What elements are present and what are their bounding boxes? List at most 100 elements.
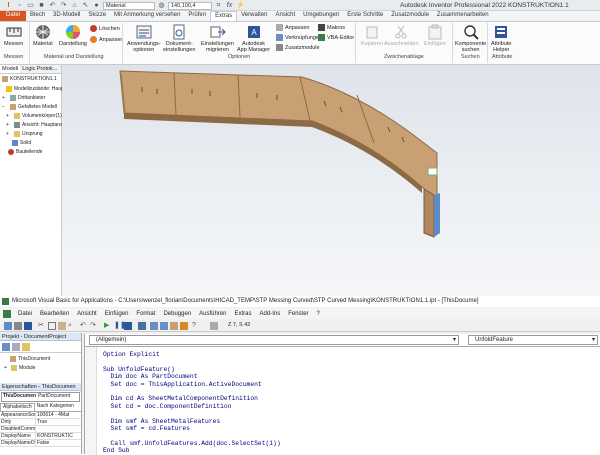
code-line[interactable]: Set doc = ThisApplication.ActiveDocument — [103, 381, 262, 388]
menu-item[interactable]: Datei — [14, 311, 36, 317]
graphics-viewport[interactable] — [62, 65, 600, 296]
menu-item[interactable]: Einfügen — [101, 311, 133, 317]
tree-item[interactable]: Bauteilende — [8, 149, 42, 155]
cut-icon[interactable]: ✂ — [38, 322, 46, 330]
code-line[interactable]: End Sub — [103, 447, 129, 454]
app-manager-button[interactable]: A Autodesk App Manager — [237, 24, 270, 53]
tab-extras[interactable]: Extras — [210, 11, 238, 21]
undo-icon[interactable]: ↶ — [48, 2, 57, 10]
kopieren-button[interactable]: Kopieren — [361, 24, 383, 47]
insert-module-icon[interactable] — [14, 322, 22, 330]
save-icon[interactable]: ■ — [37, 2, 46, 10]
tree-item-thisdocument[interactable]: ThisDocument — [10, 356, 50, 362]
expand-icon[interactable]: + — [6, 131, 12, 137]
curved-sheet-metal-part[interactable] — [62, 65, 600, 296]
property-value[interactable]: False — [36, 440, 49, 446]
menu-item[interactable]: Add-Ins — [256, 311, 285, 317]
open-icon[interactable]: ▭ — [26, 2, 35, 10]
menu-item[interactable]: Fenster — [284, 311, 312, 317]
tab-alphabetisch[interactable]: Alphabetisch — [0, 403, 35, 411]
save-icon[interactable] — [24, 322, 32, 330]
verknuepfungen-button[interactable]: Verknüpfungen — [276, 34, 322, 41]
update-icon[interactable]: ⚡ — [236, 2, 245, 10]
property-row[interactable]: DisplayNameOv False — [0, 440, 81, 447]
design-mode-icon[interactable] — [138, 322, 146, 330]
tab-zusatzmodule[interactable]: Zusatzmodule — [387, 11, 433, 21]
toggle-folders-icon[interactable] — [22, 343, 30, 351]
code-line[interactable]: Sub UnfoldFeature() — [103, 366, 175, 373]
anwendungsoptionen-button[interactable]: Anwendungs- optionen — [127, 24, 161, 53]
tab-erste-schritte[interactable]: Erste Schritte — [343, 11, 387, 21]
tree-item[interactable]: Solid — [12, 140, 31, 146]
project-explorer-icon[interactable] — [150, 322, 158, 330]
tree-item-module[interactable]: + Module — [4, 365, 35, 371]
vba-menu-icon[interactable] — [3, 309, 11, 318]
redo-icon[interactable]: ↷ — [90, 322, 98, 330]
expand-icon[interactable]: + — [2, 95, 8, 101]
code-line[interactable]: Set cd = doc.ComponentDefinition — [103, 403, 232, 410]
panel-label-material[interactable]: Material und Darstellung — [44, 54, 104, 60]
measure-icon[interactable]: ⌗ — [214, 2, 223, 10]
panel-label-optionen[interactable]: Optionen — [228, 54, 250, 60]
undo-icon[interactable]: ↶ — [80, 322, 88, 330]
tab-umgebungen[interactable]: Umgebungen — [299, 11, 343, 21]
toolbox-icon[interactable] — [180, 322, 188, 330]
view-code-icon[interactable] — [2, 343, 10, 351]
tree-item[interactable]: + Ansicht: Hauptansicht — [6, 122, 70, 128]
fx-icon[interactable]: fx — [225, 2, 234, 10]
expand-icon[interactable]: + — [6, 113, 12, 119]
code-line[interactable]: Set smf = cd.Features — [103, 425, 190, 432]
home-icon[interactable]: ⌂ — [70, 2, 79, 10]
tab-datei[interactable]: Datei — [0, 11, 27, 21]
property-value[interactable]: True — [36, 419, 47, 425]
loeschen-button[interactable]: Löschen — [90, 25, 120, 32]
property-row[interactable]: DisplayName KONSTRUKTIC — [0, 433, 81, 440]
tree-item[interactable]: + Drittanbieter — [2, 95, 45, 101]
anpassen-button[interactable]: Anpassen — [90, 36, 123, 43]
messen-button[interactable]: Messen — [4, 24, 23, 47]
tab-skizze[interactable]: Skizze — [84, 11, 110, 21]
tab-logic[interactable]: Logic Protok... — [20, 65, 59, 73]
expand-icon[interactable]: + — [4, 365, 9, 371]
tab-kategorien[interactable]: Nach Kategorien — [35, 403, 76, 411]
reset-icon[interactable] — [124, 322, 132, 330]
dokumenteinstellungen-button[interactable]: Dokument- einstellungen — [163, 24, 195, 53]
material-button[interactable]: Material — [33, 24, 53, 47]
view-inventor-icon[interactable] — [4, 322, 12, 330]
vba-editor-button[interactable]: VBA-Editor — [318, 34, 354, 41]
object-combo[interactable]: (Allgemein) ▾ — [89, 335, 459, 345]
find-icon[interactable]: ⌕ — [68, 322, 76, 330]
code-line[interactable]: Option Explicit — [103, 351, 160, 358]
einfuegen-button[interactable]: Einfügen — [424, 24, 446, 47]
help-icon[interactable]: ? — [192, 322, 200, 330]
margin-indicator-bar[interactable] — [85, 347, 97, 455]
run-icon[interactable]: ▶ — [104, 322, 112, 330]
coordinate-field[interactable]: 140,100,4 — [168, 1, 212, 10]
property-value[interactable]: KONSTRUKTIC — [36, 433, 73, 439]
menu-item[interactable]: Ansicht — [73, 311, 101, 317]
code-line[interactable]: Dim doc As PartDocument — [103, 373, 198, 380]
redo-icon[interactable]: ↷ — [59, 2, 68, 10]
object-browser-icon[interactable] — [170, 322, 178, 330]
material-dropdown[interactable]: Material — [103, 1, 155, 10]
color-icon[interactable]: ◍ — [157, 2, 166, 10]
properties-icon[interactable] — [160, 322, 168, 330]
darstellung-button[interactable]: Darstellung — [59, 24, 87, 47]
menu-item[interactable]: Ausführen — [195, 311, 230, 317]
property-value[interactable]: 100614 - 4Mat — [36, 412, 69, 418]
property-row[interactable]: DisabledComman — [0, 426, 81, 433]
attribute-helper-button[interactable]: Attribute Helper — [491, 24, 511, 53]
tab-mit-anmerkung-versehen[interactable]: Mit Anmerkung versehen — [110, 11, 184, 21]
expand-icon[interactable]: + — [6, 122, 12, 128]
makros-button[interactable]: Makros — [318, 24, 345, 31]
view-object-icon[interactable] — [12, 343, 20, 351]
app-logo-icon[interactable]: I — [4, 2, 13, 10]
tab-modell[interactable]: Modell — [0, 65, 21, 73]
menu-item[interactable]: Debuggen — [159, 311, 195, 317]
property-value[interactable] — [36, 426, 37, 432]
code-line[interactable]: Dim cd As SheetMetalComponentDefinition — [103, 395, 258, 402]
tab-prüfen[interactable]: Prüfen — [184, 11, 210, 21]
new-icon[interactable]: ▫ — [15, 2, 24, 10]
tree-item[interactable]: + Volumenkörper(1) — [6, 113, 62, 119]
komponente-suchen-button[interactable]: Komponente suchen — [455, 24, 486, 53]
